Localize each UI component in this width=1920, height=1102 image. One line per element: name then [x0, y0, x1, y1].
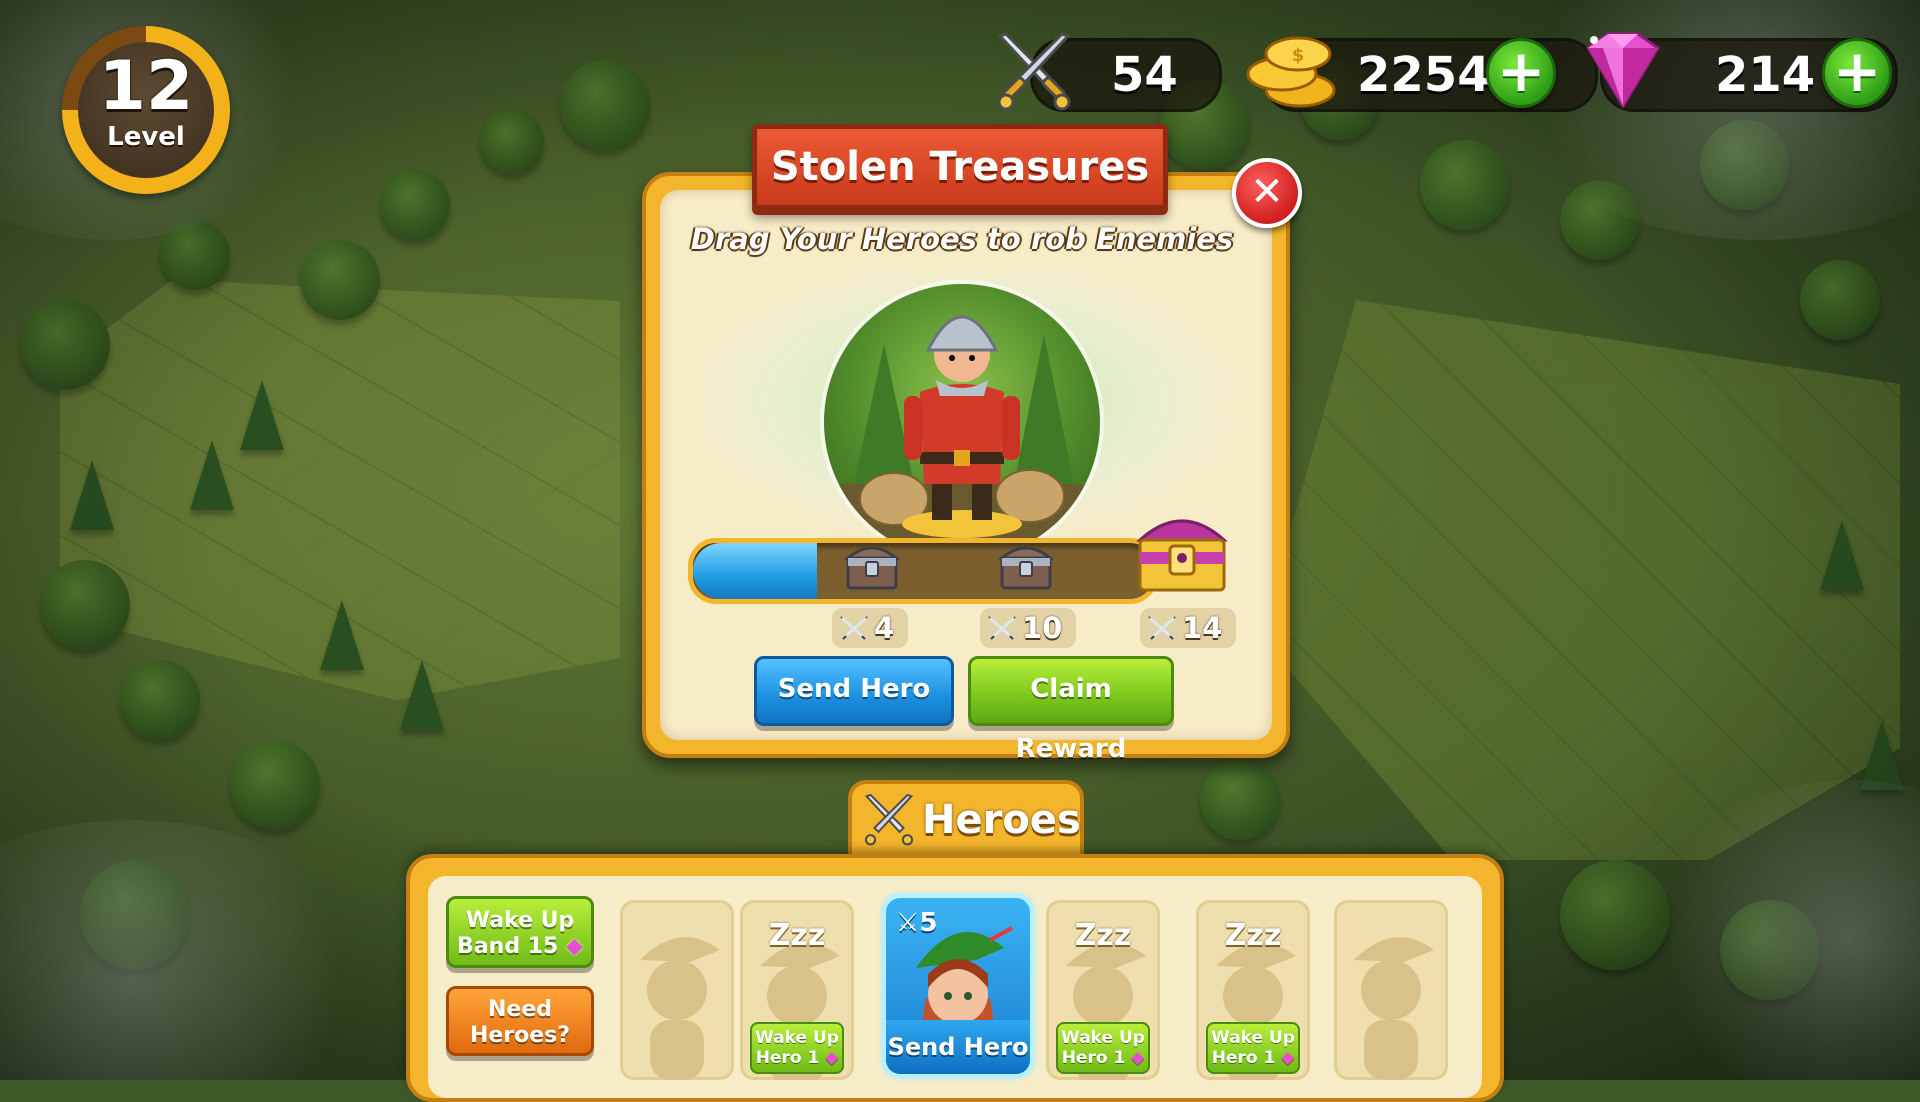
- silver-chest-icon: [996, 536, 1056, 596]
- gems-value: 214: [1715, 47, 1816, 103]
- pink-gem-icon: [1568, 26, 1678, 116]
- milestone-14: 14: [1140, 608, 1236, 648]
- claim-reward-button[interactable]: Claim Reward: [968, 656, 1174, 764]
- gold-coins-icon: $: [1240, 30, 1350, 114]
- crossed-swords-icon: [990, 30, 1078, 118]
- send-hero-button[interactable]: Send Hero: [754, 656, 954, 726]
- hero-card-sleeping[interactable]: Zzz Wake Up Hero 1 ◆: [1046, 900, 1160, 1080]
- pink-gem-icon: ◆: [1131, 1048, 1145, 1068]
- coins-value: 2254: [1357, 47, 1491, 103]
- wake-up-band-button[interactable]: Wake Up Band 15 ◆: [446, 896, 594, 968]
- sleeping-indicator: Zzz: [1224, 918, 1282, 953]
- level-number: 12: [98, 47, 194, 126]
- pink-gem-icon: ◆: [1281, 1048, 1295, 1068]
- wake-up-hero-button[interactable]: Wake Up Hero 1 ◆: [1056, 1022, 1150, 1074]
- level-label: Level: [107, 122, 185, 152]
- close-button[interactable]: ✕: [1232, 158, 1302, 228]
- add-coins-button[interactable]: +: [1486, 38, 1556, 108]
- progress-fill: [693, 543, 818, 599]
- need-heroes-button[interactable]: Need Heroes?: [446, 986, 594, 1056]
- sleeping-indicator: Zzz: [768, 918, 826, 953]
- add-gems-button[interactable]: +: [1822, 38, 1892, 108]
- robbery-progress-bar: [688, 538, 1158, 604]
- milestone-4: 4: [832, 608, 908, 648]
- crossed-swords-icon: ⚔: [896, 908, 920, 938]
- wake-up-hero-button[interactable]: Wake Up Hero 1 ◆: [750, 1022, 844, 1074]
- hero-power: ⚔5: [896, 908, 938, 938]
- golden-chest-icon: [1132, 502, 1232, 602]
- milestone-10: 10: [980, 608, 1076, 648]
- hero-card-sleeping[interactable]: Zzz Wake Up Hero 1 ◆: [740, 900, 854, 1080]
- close-icon: ✕: [1250, 169, 1284, 215]
- svg-text:$: $: [1292, 45, 1305, 66]
- card-send-hero-button[interactable]: Send Hero: [886, 1020, 1030, 1074]
- dialog-subtitle: Drag Your Heroes to rob Enemies: [690, 222, 1234, 256]
- pink-gem-icon: ◆: [566, 934, 583, 959]
- hero-card-sleeping[interactable]: Zzz Wake Up Hero 1 ◆: [1196, 900, 1310, 1080]
- hero-card-locked: [1334, 900, 1448, 1080]
- heroes-title: Heroes: [922, 797, 1081, 843]
- battle-power-value: 54: [1111, 47, 1178, 103]
- dialog-title-ribbon: Stolen Treasures: [717, 124, 1203, 213]
- silver-chest-icon: [842, 536, 902, 596]
- crossed-swords-icon: [860, 792, 918, 852]
- sleeping-indicator: Zzz: [1074, 918, 1132, 953]
- pink-gem-icon: ◆: [825, 1048, 839, 1068]
- hero-card-locked: [620, 900, 734, 1080]
- level-badge[interactable]: 12 Level: [62, 26, 230, 194]
- dialog-title: Stolen Treasures: [770, 144, 1150, 190]
- wake-up-hero-button[interactable]: Wake Up Hero 1 ◆: [1206, 1022, 1300, 1074]
- hero-card-ready[interactable]: ⚔5 Send Hero: [886, 898, 1030, 1074]
- guard-portrait: [824, 284, 1100, 560]
